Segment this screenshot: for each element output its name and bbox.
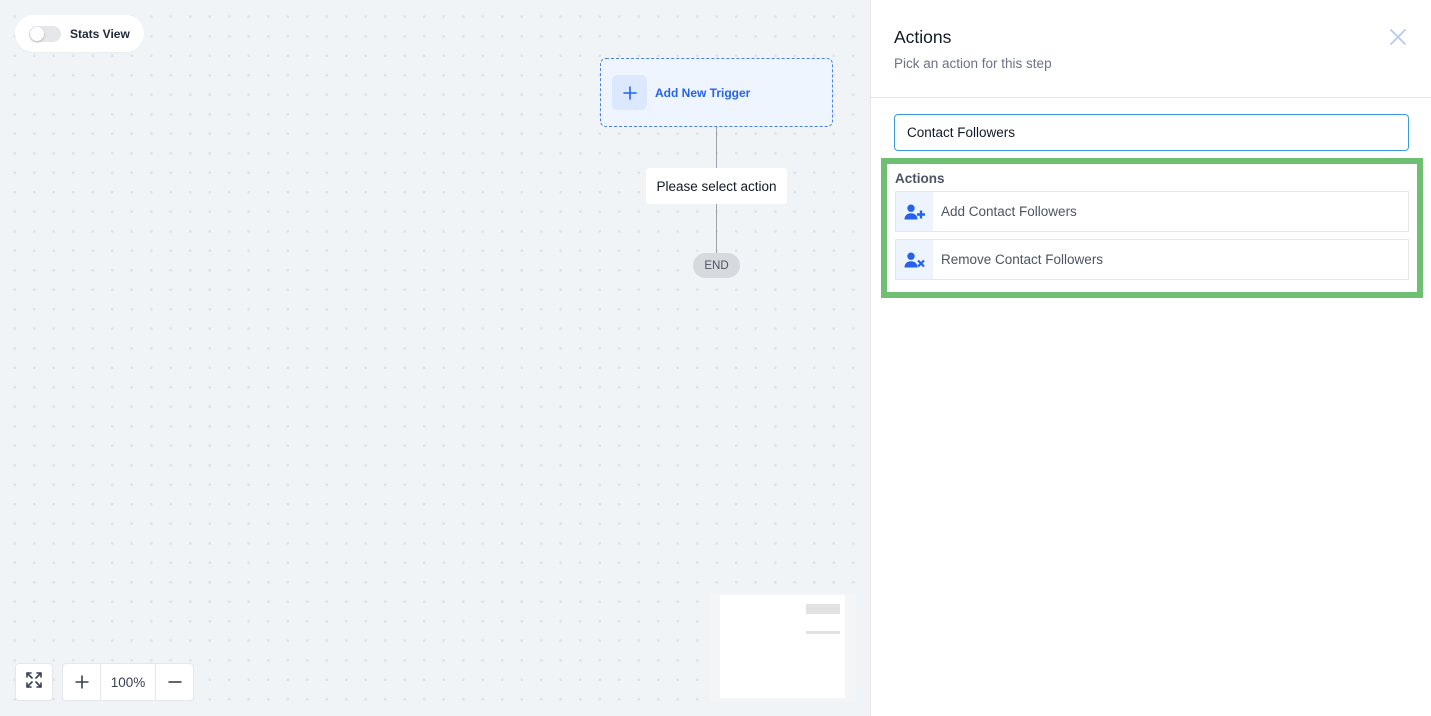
switch-knob: [30, 26, 44, 41]
zoom-controls: 100%: [62, 663, 194, 701]
action-search-input[interactable]: [894, 114, 1409, 151]
workflow-canvas[interactable]: Stats View Add New Trigger Please select…: [0, 0, 870, 716]
panel-header: Actions Pick an action for this step: [871, 0, 1431, 98]
plus-icon: [75, 669, 89, 695]
connector-line: [716, 127, 717, 168]
close-icon: [1389, 29, 1407, 50]
end-label: END: [704, 259, 729, 272]
expand-icon: [25, 671, 43, 694]
stats-view-switch[interactable]: [29, 25, 61, 42]
minimap-node: [806, 604, 840, 614]
end-node: END: [693, 253, 740, 278]
stats-view-label: Stats View: [70, 26, 130, 41]
user-plus-icon: [896, 192, 933, 231]
minus-icon: [168, 669, 182, 695]
zoom-level: 100%: [100, 664, 156, 700]
user-remove-icon: [896, 240, 933, 279]
stats-view-toggle: Stats View: [15, 15, 144, 52]
select-action-node[interactable]: Please select action: [646, 168, 787, 204]
connector-line: [716, 204, 717, 253]
select-action-label: Please select action: [656, 178, 777, 194]
add-new-trigger-label: Add New Trigger: [655, 85, 751, 100]
actions-panel: Actions Pick an action for this step Act…: [870, 0, 1431, 716]
panel-title: Actions: [894, 27, 952, 47]
action-item-add-contact-followers[interactable]: Add Contact Followers: [895, 191, 1409, 232]
results-heading: Actions: [895, 171, 945, 186]
close-button[interactable]: [1389, 28, 1407, 46]
minimap-node: [806, 631, 840, 634]
action-item-label: Add Contact Followers: [941, 204, 1077, 219]
fit-view-button[interactable]: [15, 663, 53, 701]
action-item-label: Remove Contact Followers: [941, 252, 1104, 267]
action-item-remove-contact-followers[interactable]: Remove Contact Followers: [895, 239, 1409, 280]
minimap-viewport: [720, 595, 845, 698]
panel-subtitle: Pick an action for this step: [894, 56, 1052, 71]
action-results: Actions Add Contact Followers Remove Con…: [881, 158, 1423, 298]
zoom-in-button[interactable]: [63, 664, 100, 700]
plus-icon: [612, 75, 647, 110]
add-new-trigger-node[interactable]: Add New Trigger: [600, 58, 833, 127]
zoom-out-button[interactable]: [156, 664, 193, 700]
minimap[interactable]: [710, 593, 856, 701]
